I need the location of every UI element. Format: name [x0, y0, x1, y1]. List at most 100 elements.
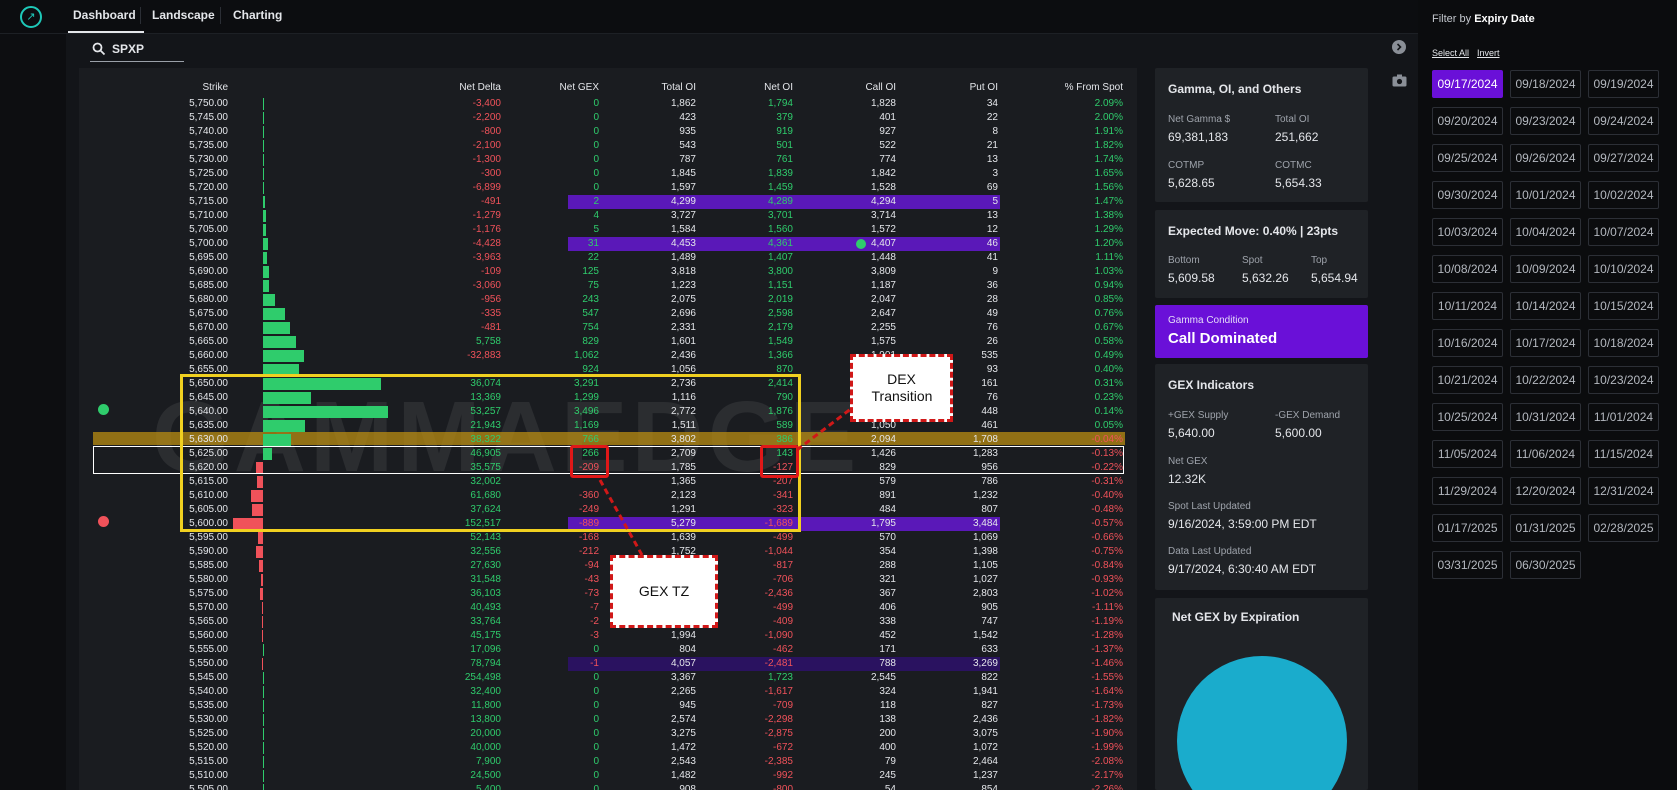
table-row[interactable]: 5,665.00 5,758 829 1,601 1,549 1,575 26 0.58% — [93, 335, 1125, 349]
table-row[interactable]: 5,505.00 5,400 0 908 -800 54 854 -2.26% — [93, 783, 1125, 790]
table-row[interactable]: 5,715.00 -491 2 4,299 4,289 4,294 5 1.47% — [93, 195, 1125, 209]
table-row[interactable]: 5,565.0033,764-21,085-409338747-1.19% — [93, 615, 1125, 629]
expiry-date-button[interactable]: 09/24/2024 — [1588, 107, 1659, 135]
expiry-date-button[interactable]: 12/20/2024 — [1510, 477, 1581, 505]
expiry-date-button[interactable]: 10/22/2024 — [1510, 366, 1581, 394]
table-row[interactable]: 5,685.00 -3,060 75 1,223 1,151 1,187 36 0.94% — [93, 279, 1125, 293]
expiry-date-button[interactable]: 10/09/2024 — [1510, 255, 1581, 283]
expiry-date-button[interactable]: 01/31/2025 — [1510, 514, 1581, 542]
expiry-date-button[interactable]: 10/04/2024 — [1510, 218, 1581, 246]
table-row[interactable]: 5,710.00 -1,279 4 3,727 3,701 3,714 13 1.38% — [93, 209, 1125, 223]
table-row[interactable]: 5,675.00 -335 547 2,696 2,598 2,647 49 0.76% — [93, 307, 1125, 321]
table-row[interactable]: 5,750.00 -3,400 0 1,862 1,794 1,828 34 2.09% — [93, 97, 1125, 111]
table-row[interactable]: 5,735.00 -2,100 0 543 501 522 21 1.82% — [93, 139, 1125, 153]
cell-net-delta: 36,103 — [470, 588, 501, 599]
table-row[interactable]: 5,590.00 32,556 -212 1,752 -1,044 354 1,398 -0.… — [93, 545, 1125, 559]
expiry-date-button[interactable]: 02/28/2025 — [1588, 514, 1659, 542]
expiry-date-button[interactable]: 11/01/2024 — [1588, 403, 1659, 431]
expiry-date-button[interactable]: 06/30/2025 — [1510, 551, 1581, 579]
expiry-date-button[interactable]: 09/19/2024 — [1588, 70, 1659, 98]
expiry-date-button[interactable]: 10/31/2024 — [1510, 403, 1581, 431]
expiry-date-button[interactable]: 10/07/2024 — [1588, 218, 1659, 246]
expiry-date-button[interactable]: 10/08/2024 — [1432, 255, 1503, 283]
expiry-date-button[interactable]: 10/18/2024 — [1588, 329, 1659, 357]
table-row[interactable]: 5,745.00 -2,200 0 423 379 401 22 2.00% — [93, 111, 1125, 125]
invert-link[interactable]: Invert — [1477, 48, 1500, 58]
expiry-date-button[interactable]: 09/23/2024 — [1510, 107, 1581, 135]
table-row[interactable]: 5,520.00 40,000 0 1,472 -672 400 1,072 -1.99% — [93, 741, 1125, 755]
table-row[interactable]: 5,570.0040,493-71,311-499406905-1.11% — [93, 601, 1125, 615]
expiry-date-button[interactable]: 12/31/2024 — [1588, 477, 1659, 505]
table-row[interactable]: 5,540.00 32,400 0 2,265 -1,617 324 1,941 -1.64% — [93, 685, 1125, 699]
expiry-date-button[interactable]: 10/21/2024 — [1432, 366, 1503, 394]
table-row[interactable]: 5,725.00 -300 0 1,845 1,839 1,842 3 1.65% — [93, 167, 1125, 181]
expiry-date-button[interactable]: 09/26/2024 — [1510, 144, 1581, 172]
expiry-date-button[interactable]: 10/17/2024 — [1510, 329, 1581, 357]
search-input[interactable]: SPXP — [112, 42, 144, 56]
expiry-date-button[interactable]: 10/11/2024 — [1432, 292, 1503, 320]
expiry-date-button[interactable]: 09/25/2024 — [1432, 144, 1503, 172]
expiry-date-button[interactable]: 09/18/2024 — [1510, 70, 1581, 98]
table-row[interactable]: 5,535.00 11,800 0 945 -709 118 827 -1.73% — [93, 699, 1125, 713]
bottom-label: Bottom — [1168, 255, 1200, 266]
table-row[interactable]: 5,705.00 -1,176 5 1,584 1,560 1,572 12 1.29% — [93, 223, 1125, 237]
table-row[interactable]: 5,525.00 20,000 0 3,275 -2,875 200 3,075 -1.90% — [93, 727, 1125, 741]
table-row[interactable]: 5,690.00 -109 125 3,818 3,800 3,809 9 1.03% — [93, 265, 1125, 279]
column-header-net-oi[interactable]: Net OI — [703, 82, 793, 95]
column-header-net-gex[interactable]: Net GEX — [509, 82, 599, 95]
table-row[interactable]: 5,550.00 78,794 -1 4,057 -2,481 788 3,269 -1.46… — [93, 657, 1125, 671]
tab-landscape[interactable]: Landscape — [152, 8, 215, 22]
chevron-right-icon[interactable] — [1392, 40, 1406, 54]
table-row[interactable]: 5,585.0027,630-941,393-8172881,105-0.84% — [93, 559, 1125, 573]
expiry-date-button[interactable]: 09/17/2024 — [1432, 70, 1503, 98]
expiry-date-button[interactable]: 01/17/2025 — [1432, 514, 1503, 542]
table-row[interactable]: 5,580.0031,548-431,348-7063211,027-0.93% — [93, 573, 1125, 587]
table-row[interactable]: 5,545.00 254,498 0 3,367 1,723 2,545 822 -1.55% — [93, 671, 1125, 685]
expiry-date-button[interactable]: 09/20/2024 — [1432, 107, 1503, 135]
expiry-date-button[interactable]: 03/31/2025 — [1432, 551, 1503, 579]
camera-icon[interactable] — [1392, 74, 1407, 87]
table-row[interactable]: 5,560.00 45,175 -3 1,994 -1,090 452 1,542 -1.28… — [93, 629, 1125, 643]
table-row[interactable]: 5,720.00 -6,899 0 1,597 1,459 1,528 69 1.56% — [93, 181, 1125, 195]
column-header-total-oi[interactable]: Total OI — [606, 82, 696, 95]
expiry-date-button[interactable]: 10/25/2024 — [1432, 403, 1503, 431]
table-row[interactable]: 5,595.00 52,143 -168 1,639 -499 570 1,069 -0.66… — [93, 531, 1125, 545]
expiry-date-button[interactable]: 10/15/2024 — [1588, 292, 1659, 320]
table-row[interactable]: 5,700.00 -4,428 31 4,453 4,361 4,407 46 1.20% — [93, 237, 1125, 251]
expiry-date-button[interactable]: 09/30/2024 — [1432, 181, 1503, 209]
expiry-date-button[interactable]: 10/01/2024 — [1510, 181, 1581, 209]
tab-charting[interactable]: Charting — [233, 8, 282, 22]
column-header-pct-from-spot[interactable]: % From Spot — [1033, 82, 1123, 95]
column-header-strike[interactable]: Strike — [138, 82, 228, 95]
expiry-date-button[interactable]: 11/05/2024 — [1432, 440, 1503, 468]
expiry-date-button[interactable]: 09/27/2024 — [1588, 144, 1659, 172]
expiry-date-button[interactable]: 10/02/2024 — [1588, 181, 1659, 209]
expiry-date-button[interactable]: 10/16/2024 — [1432, 329, 1503, 357]
table-row[interactable]: 5,680.00 -956 243 2,075 2,019 2,047 28 0.85% — [93, 293, 1125, 307]
expiry-date-button[interactable]: 10/03/2024 — [1432, 218, 1503, 246]
column-header-call-oi[interactable]: Call OI — [806, 82, 896, 95]
table-row[interactable]: 5,530.00 13,800 0 2,574 -2,298 138 2,436 -1.82% — [93, 713, 1125, 727]
table-row[interactable]: 5,575.0036,103-733,170-2,4363672,803-1.0… — [93, 587, 1125, 601]
table-row[interactable]: 5,515.00 7,900 0 2,543 -2,385 79 2,464 -2.08% — [93, 755, 1125, 769]
column-header-net-delta[interactable]: Net Delta — [411, 82, 501, 95]
table-row[interactable]: 5,660.00-32,8831,0622,4361,3661,9015350.… — [93, 349, 1125, 363]
tab-dashboard[interactable]: Dashboard — [73, 8, 136, 22]
column-header-put-oi[interactable]: Put OI — [908, 82, 998, 95]
cell-call-oi: 2,047 — [870, 294, 896, 305]
table-row[interactable]: 5,740.00 -800 0 935 919 927 8 1.91% — [93, 125, 1125, 139]
expiry-date-button[interactable]: 11/15/2024 — [1588, 440, 1659, 468]
table-row[interactable]: 5,695.00 -3,963 22 1,489 1,407 1,448 41 1.11% — [93, 251, 1125, 265]
table-row[interactable]: 5,730.00 -1,300 0 787 761 774 13 1.74% — [93, 153, 1125, 167]
expiry-date-button[interactable]: 10/14/2024 — [1510, 292, 1581, 320]
expiry-date-button[interactable]: 10/23/2024 — [1588, 366, 1659, 394]
expiry-date-button[interactable]: 11/06/2024 — [1510, 440, 1581, 468]
table-row[interactable]: 5,555.00 17,096 0 804 -462 171 633 -1.37% — [93, 643, 1125, 657]
select-all-link[interactable]: Select All — [1432, 48, 1469, 58]
expiry-date-button[interactable]: 11/29/2024 — [1432, 477, 1503, 505]
table-row[interactable]: 5,670.00 -481 754 2,331 2,179 2,255 76 0.67% — [93, 321, 1125, 335]
expiry-date-button[interactable]: 10/10/2024 — [1588, 255, 1659, 283]
ticker-search[interactable]: SPXP — [90, 38, 184, 62]
table-row[interactable]: 5,510.00 24,500 0 1,482 -992 245 1,237 -2.17% — [93, 769, 1125, 783]
app-logo-icon[interactable]: ↗ — [20, 6, 42, 28]
